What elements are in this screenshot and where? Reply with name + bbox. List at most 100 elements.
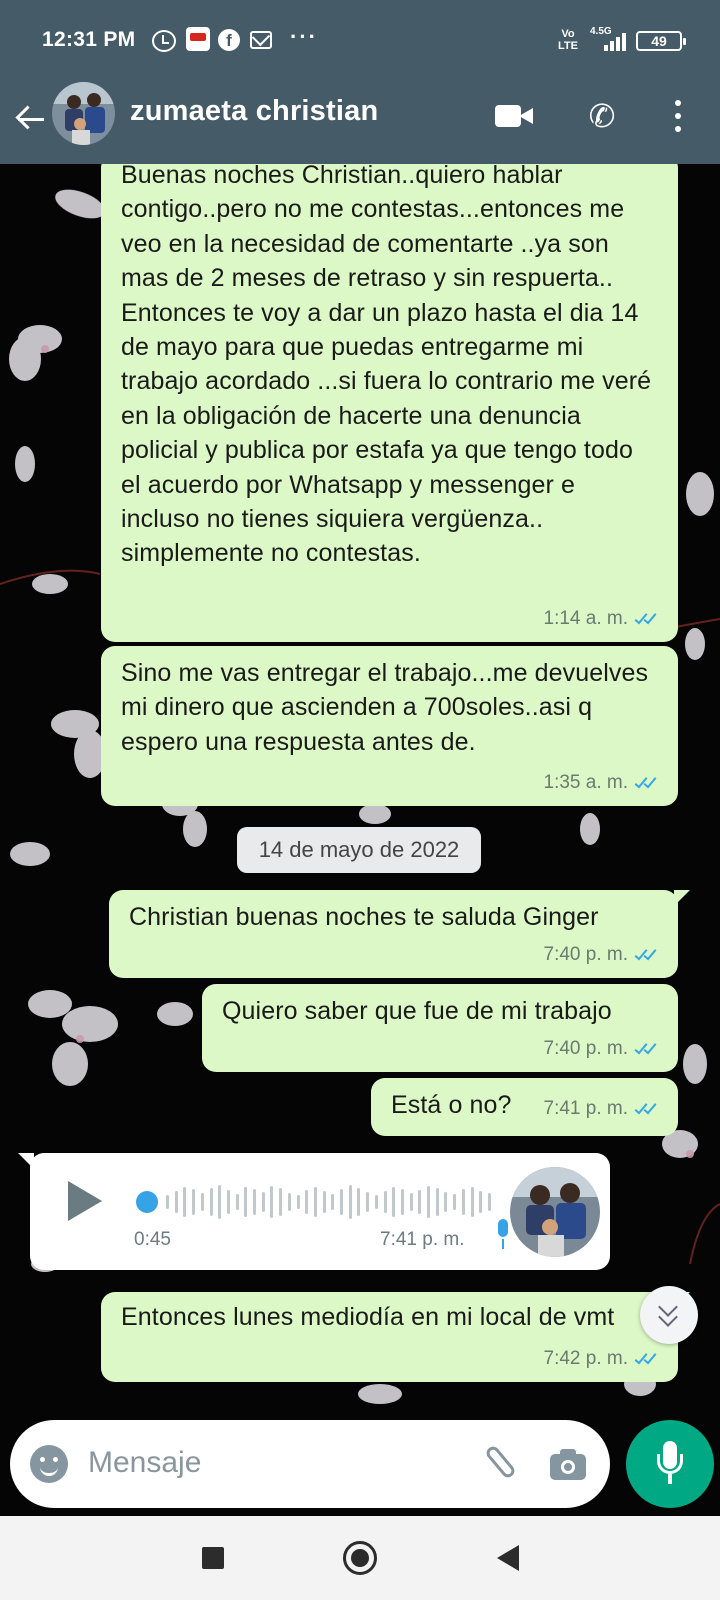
waveform-bar (400, 1189, 404, 1215)
read-ticks-icon (634, 610, 660, 625)
waveform-bar (366, 1192, 370, 1212)
message-time: 7:40 p. m. (543, 943, 629, 965)
waveform-bar (322, 1191, 326, 1213)
waveform-bar (244, 1187, 248, 1217)
mic-icon (496, 1219, 510, 1253)
waveform-bar (435, 1188, 439, 1216)
message-meta: 1:14 a. m. (544, 602, 661, 636)
waveform-bar (470, 1187, 474, 1217)
voice-waveform[interactable] (136, 1181, 506, 1221)
waveform-bar (453, 1194, 457, 1210)
waveform-bar (357, 1188, 361, 1216)
camera-icon[interactable] (550, 1448, 590, 1480)
message-meta: 1:35 a. m. (544, 766, 661, 800)
message-bubble-outgoing[interactable]: Quiero saber que fue de mi trabajo 7:40 … (202, 984, 678, 1072)
waveform-bar (479, 1191, 483, 1213)
waveform-bar (192, 1189, 196, 1215)
waveform-bar (296, 1195, 300, 1209)
claro-video-icon (186, 27, 210, 51)
network-gen-label: 4.5G (590, 26, 612, 37)
waveform-bar (174, 1191, 178, 1213)
waveform-bar (444, 1192, 448, 1212)
waveform-bar (183, 1187, 187, 1217)
read-ticks-icon (634, 1100, 660, 1115)
waveform-bar (383, 1191, 387, 1213)
message-meta: 7:40 p. m. (544, 938, 661, 972)
read-ticks-icon (634, 946, 660, 961)
back-icon[interactable] (497, 1545, 519, 1571)
sender-avatar (510, 1167, 600, 1257)
mic-icon[interactable] (626, 1420, 714, 1508)
back-arrow-icon[interactable] (14, 102, 50, 138)
waveform-bar (287, 1193, 291, 1211)
phone-icon[interactable]: ✆ (582, 96, 622, 136)
message-bubble-outgoing[interactable]: Sino me vas entregar el trabajo...me dev… (101, 646, 678, 806)
play-icon[interactable] (68, 1181, 102, 1221)
message-bubble-outgoing[interactable]: Buenas noches Christian..quiero hablar c… (101, 164, 678, 642)
read-ticks-icon (634, 1040, 660, 1055)
waveform-bar (374, 1195, 378, 1209)
message-time: 7:42 p. m. (543, 1347, 629, 1369)
system-nav-bar (0, 1516, 720, 1600)
message-text: Sino me vas entregar el trabajo...me dev… (121, 659, 656, 756)
chat-header: zumaeta christian ✆ (0, 82, 720, 164)
message-text: Entonces lunes mediodía en mi local de v… (121, 1303, 615, 1331)
battery-icon: 49 (636, 31, 686, 51)
waveform-bar (409, 1193, 413, 1211)
message-bubble-outgoing[interactable]: Está o no? 7:41 p. m. (371, 1078, 678, 1136)
signal-icon: 4.5G (590, 26, 628, 51)
more-vert-icon[interactable] (668, 98, 688, 134)
waveform-bar (200, 1193, 204, 1211)
home-icon[interactable] (343, 1541, 377, 1575)
seek-handle[interactable] (136, 1191, 158, 1213)
waveform-bar (218, 1185, 222, 1219)
video-call-icon[interactable] (495, 102, 535, 130)
waveform-bar (261, 1192, 265, 1212)
gmail-icon (250, 31, 272, 49)
read-ticks-icon (634, 774, 660, 789)
message-meta: 7:40 p. m. (544, 1032, 661, 1066)
waveform-bar (331, 1194, 335, 1210)
waveform-bar (253, 1189, 256, 1215)
contact-name[interactable]: zumaeta christian (130, 95, 378, 128)
more-notifications-icon: ··· (290, 24, 318, 49)
waveform-bar (392, 1187, 396, 1217)
volte-indicator: Vo LTE (558, 28, 578, 52)
facebook-icon: f (218, 29, 240, 51)
message-time: 7:40 p. m. (543, 1037, 629, 1059)
waveform-bar (166, 1195, 169, 1209)
message-meta: 7:42 p. m. (544, 1342, 661, 1376)
composer (0, 1416, 720, 1516)
read-ticks-icon (634, 1350, 660, 1365)
waveform-bar (270, 1186, 274, 1218)
scroll-to-bottom-button[interactable] (640, 1286, 698, 1344)
bubble-tail (18, 1153, 34, 1169)
recents-icon[interactable] (202, 1547, 224, 1569)
waveform-bar (487, 1193, 491, 1211)
message-input[interactable] (88, 1438, 468, 1488)
chat-area[interactable]: Buenas noches Christian..quiero hablar c… (0, 164, 720, 1416)
message-input-container[interactable] (10, 1420, 610, 1508)
message-time: 7:41 p. m. (543, 1097, 629, 1119)
status-bar: 12:31 PM f ··· Vo LTE 4.5G 49 (0, 0, 720, 82)
waveform-bar (279, 1188, 283, 1216)
message-bubble-outgoing[interactable]: Entonces lunes mediodía en mi local de v… (101, 1292, 690, 1382)
waveform-bar (461, 1189, 465, 1215)
message-text: Quiero saber que fue de mi trabajo (222, 997, 612, 1025)
emoji-icon[interactable] (30, 1445, 68, 1483)
waveform-bar (209, 1188, 213, 1216)
bubble-tail (674, 890, 690, 906)
waveform-bar (418, 1190, 422, 1214)
waveform-bar (348, 1185, 352, 1219)
attach-icon[interactable] (478, 1442, 522, 1486)
message-bubble-outgoing[interactable]: Christian buenas noches te saluda Ginger… (109, 890, 690, 978)
status-time: 12:31 PM (42, 28, 136, 51)
waveform-bar (313, 1187, 317, 1217)
message-text: Christian buenas noches te saluda Ginger (129, 903, 599, 931)
contact-avatar[interactable] (52, 82, 115, 145)
waveform-bar (340, 1189, 343, 1215)
voice-duration: 0:45 (134, 1229, 171, 1250)
message-time: 1:35 a. m. (543, 771, 629, 793)
message-time: 7:41 p. m. (380, 1229, 465, 1250)
date-separator: 14 de mayo de 2022 (237, 827, 481, 873)
